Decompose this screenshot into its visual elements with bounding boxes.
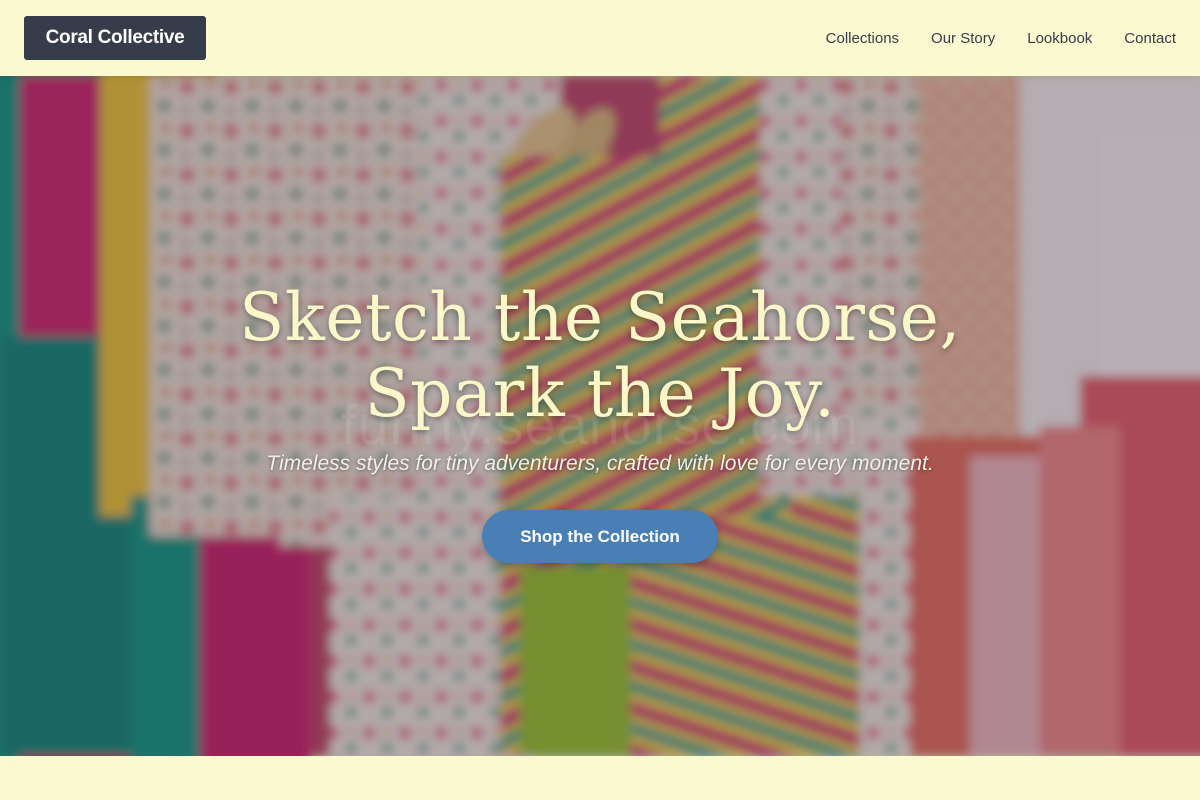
brand-logo[interactable]: Coral Collective [24, 16, 206, 60]
hero-content: funny.seahorse.com Sketch the Seahorse, … [0, 76, 1200, 756]
hero-section: funny.seahorse.com Sketch the Seahorse, … [0, 76, 1200, 756]
shop-collection-button[interactable]: Shop the Collection [482, 510, 718, 563]
nav-lookbook[interactable]: Lookbook [1027, 30, 1092, 47]
hero-subtitle: Timeless styles for tiny adventurers, cr… [266, 452, 934, 475]
hero-title: Sketch the Seahorse, Spark the Joy. [100, 280, 1100, 432]
nav-our-story[interactable]: Our Story [931, 30, 995, 47]
hero-title-line-1: Sketch the Seahorse, [239, 279, 961, 356]
nav-contact[interactable]: Contact [1124, 30, 1176, 47]
page: Coral Collective Collections Our Story L… [0, 0, 1200, 800]
page-bottom-strip [0, 756, 1200, 800]
hero-title-line-2: Spark the Joy. [364, 355, 836, 432]
site-header: Coral Collective Collections Our Story L… [0, 0, 1200, 76]
nav-collections[interactable]: Collections [826, 30, 899, 47]
main-nav: Collections Our Story Lookbook Contact [826, 0, 1176, 76]
